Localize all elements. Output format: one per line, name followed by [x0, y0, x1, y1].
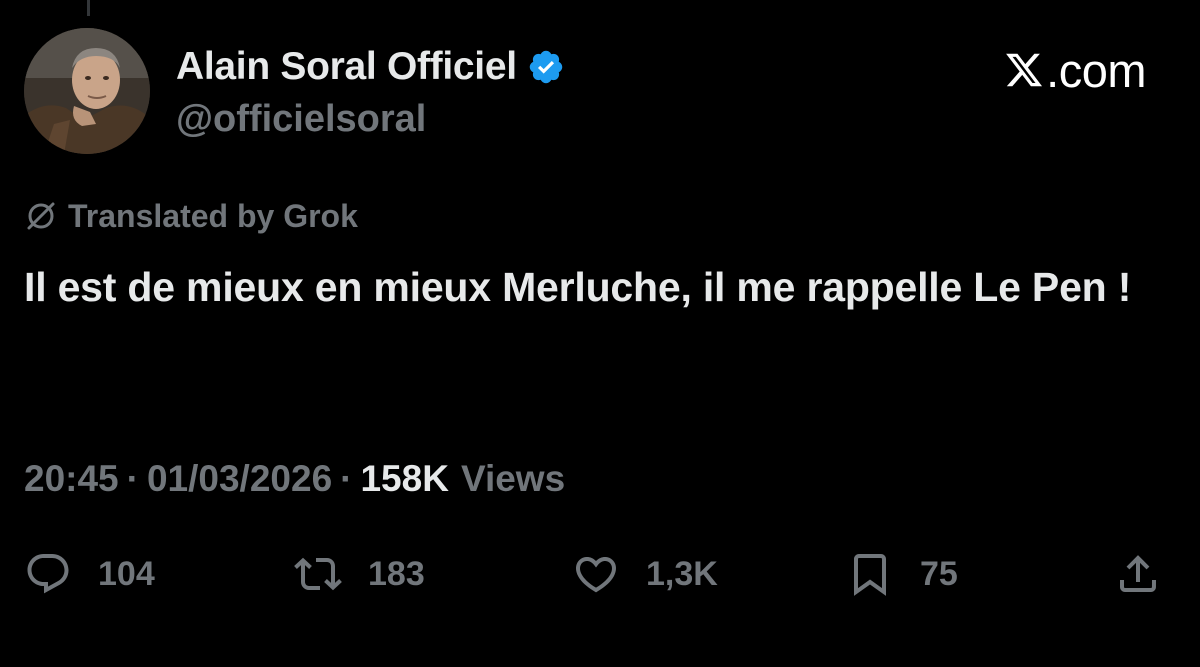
- thread-connector-line: [87, 0, 90, 16]
- views-label: Views: [460, 458, 566, 499]
- reply-count: 104: [98, 554, 155, 593]
- bookmark-count: 75: [920, 554, 958, 593]
- tweet-time[interactable]: 20:45: [24, 458, 119, 500]
- reply-icon: [24, 550, 72, 598]
- author-name-row[interactable]: Alain Soral Officiel: [176, 42, 565, 92]
- tweet-actions-bar: 104 183 1,3K 75: [24, 546, 1176, 602]
- avatar-photo: [24, 28, 150, 154]
- translation-label: Translated by Grok: [68, 197, 358, 234]
- x-logo-icon: [1004, 50, 1044, 90]
- share-icon: [1114, 550, 1162, 598]
- translated-by-grok[interactable]: Translated by Grok: [24, 196, 358, 236]
- tweet-date[interactable]: 01/03/2026: [147, 458, 332, 500]
- meta-separator: ·: [126, 458, 139, 499]
- grok-icon: [24, 199, 58, 233]
- author-display-name: Alain Soral Officiel: [176, 45, 517, 88]
- heart-icon: [572, 550, 620, 598]
- repost-icon: [294, 550, 342, 598]
- author-handle[interactable]: @officielsoral: [176, 98, 426, 141]
- site-domain-text: .com: [1046, 43, 1146, 97]
- like-button[interactable]: 1,3K: [572, 546, 718, 602]
- repost-button[interactable]: 183: [294, 546, 425, 602]
- tweet-body-text: Il est de mieux en mieux Merluche, il me…: [24, 264, 1132, 310]
- site-watermark: .com: [1004, 40, 1146, 100]
- tweet-header: Alain Soral Officiel @officielsoral .com: [24, 28, 1176, 154]
- repost-count: 183: [368, 554, 425, 593]
- views-count: 158K: [360, 458, 449, 499]
- bookmark-button[interactable]: 75: [846, 546, 958, 602]
- like-count: 1,3K: [646, 554, 718, 593]
- share-button[interactable]: [1114, 546, 1162, 602]
- reply-button[interactable]: 104: [24, 546, 155, 602]
- meta-separator: ·: [340, 458, 353, 499]
- author-avatar[interactable]: [24, 28, 150, 154]
- bookmark-icon: [846, 550, 894, 598]
- verified-badge-icon: [527, 48, 565, 86]
- tweet-meta-row: 20:45 · 01/03/2026 · 158K Views: [24, 455, 565, 503]
